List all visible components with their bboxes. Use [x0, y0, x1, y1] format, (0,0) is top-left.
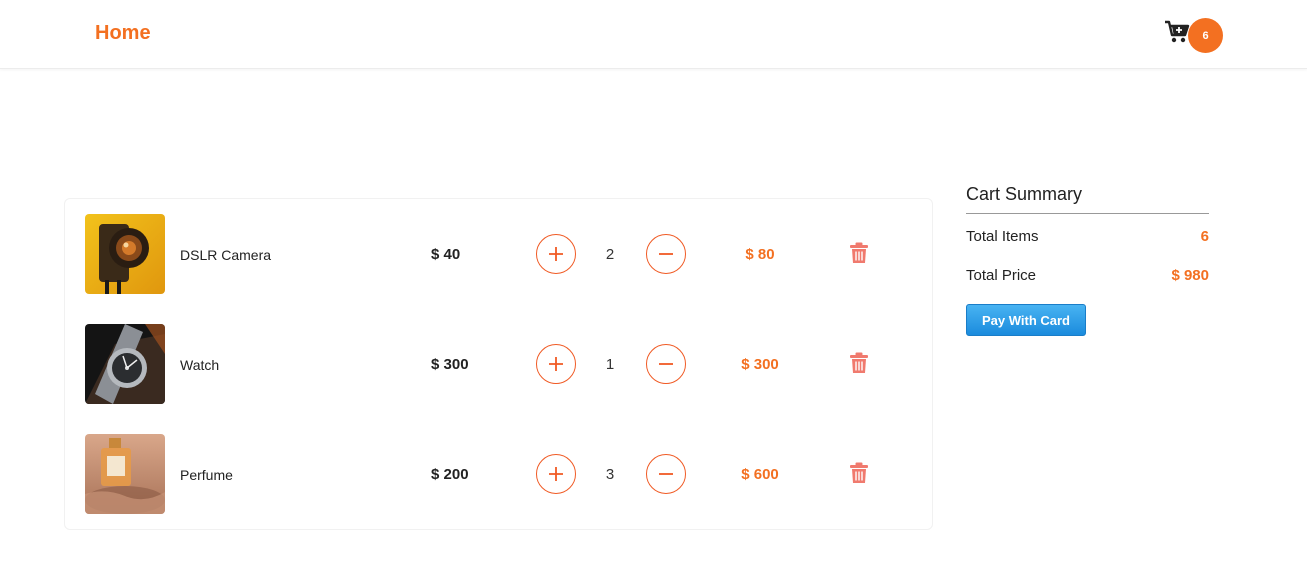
summary-title: Cart Summary — [966, 184, 1209, 214]
product-name: Watch — [180, 357, 220, 373]
cart-items-list: DSLR Camera $ 40 2 $ 80 Watch $ 300 1 $ … — [64, 198, 933, 530]
total-items-row: Total Items 6 — [966, 214, 1209, 253]
increase-qty-button[interactable] — [536, 454, 576, 494]
navbar: Home 6 — [0, 0, 1307, 69]
trash-icon[interactable] — [850, 462, 868, 484]
trash-icon[interactable] — [850, 242, 868, 264]
cart-item-row: DSLR Camera $ 40 2 $ 80 — [65, 214, 934, 294]
plus-icon — [549, 467, 563, 481]
decrease-qty-button[interactable] — [646, 344, 686, 384]
cart-item-row: Watch $ 300 1 $ 300 — [65, 324, 934, 404]
minus-icon — [659, 473, 673, 475]
total-price-value: $ 980 — [1171, 267, 1209, 284]
total-price-label: Total Price — [966, 267, 1037, 284]
product-image-perfume — [85, 434, 165, 514]
plus-icon — [549, 247, 563, 261]
minus-icon — [659, 253, 673, 255]
quantity-value: 2 — [605, 246, 615, 263]
line-total: $ 300 — [741, 356, 779, 373]
home-link[interactable]: Home — [95, 22, 151, 45]
total-items-value: 6 — [1200, 228, 1209, 245]
cart-button[interactable]: 6 — [1164, 18, 1224, 53]
plus-icon — [549, 357, 563, 371]
product-image-camera — [85, 214, 165, 294]
cart-item-row: Perfume $ 200 3 $ 600 — [65, 434, 934, 514]
total-items-label: Total Items — [966, 228, 1039, 245]
cart-summary: Cart Summary Total Items 6 Total Price $… — [966, 184, 1209, 336]
total-price-row: Total Price $ 980 — [966, 253, 1209, 292]
quantity-value: 1 — [605, 356, 615, 373]
trash-icon[interactable] — [850, 352, 868, 374]
decrease-qty-button[interactable] — [646, 454, 686, 494]
product-price: $ 300 — [431, 356, 469, 373]
increase-qty-button[interactable] — [536, 344, 576, 384]
line-total: $ 600 — [741, 466, 779, 483]
line-total: $ 80 — [745, 246, 775, 263]
quantity-value: 3 — [605, 466, 615, 483]
product-price: $ 40 — [431, 246, 461, 263]
product-name: DSLR Camera — [180, 247, 272, 263]
cart-plus-icon — [1165, 20, 1190, 43]
cart-count-badge: 6 — [1188, 18, 1223, 53]
product-name: Perfume — [180, 467, 233, 483]
decrease-qty-button[interactable] — [646, 234, 686, 274]
minus-icon — [659, 363, 673, 365]
pay-with-card-button[interactable]: Pay With Card — [966, 304, 1086, 336]
increase-qty-button[interactable] — [536, 234, 576, 274]
product-price: $ 200 — [431, 466, 469, 483]
product-image-watch — [85, 324, 165, 404]
